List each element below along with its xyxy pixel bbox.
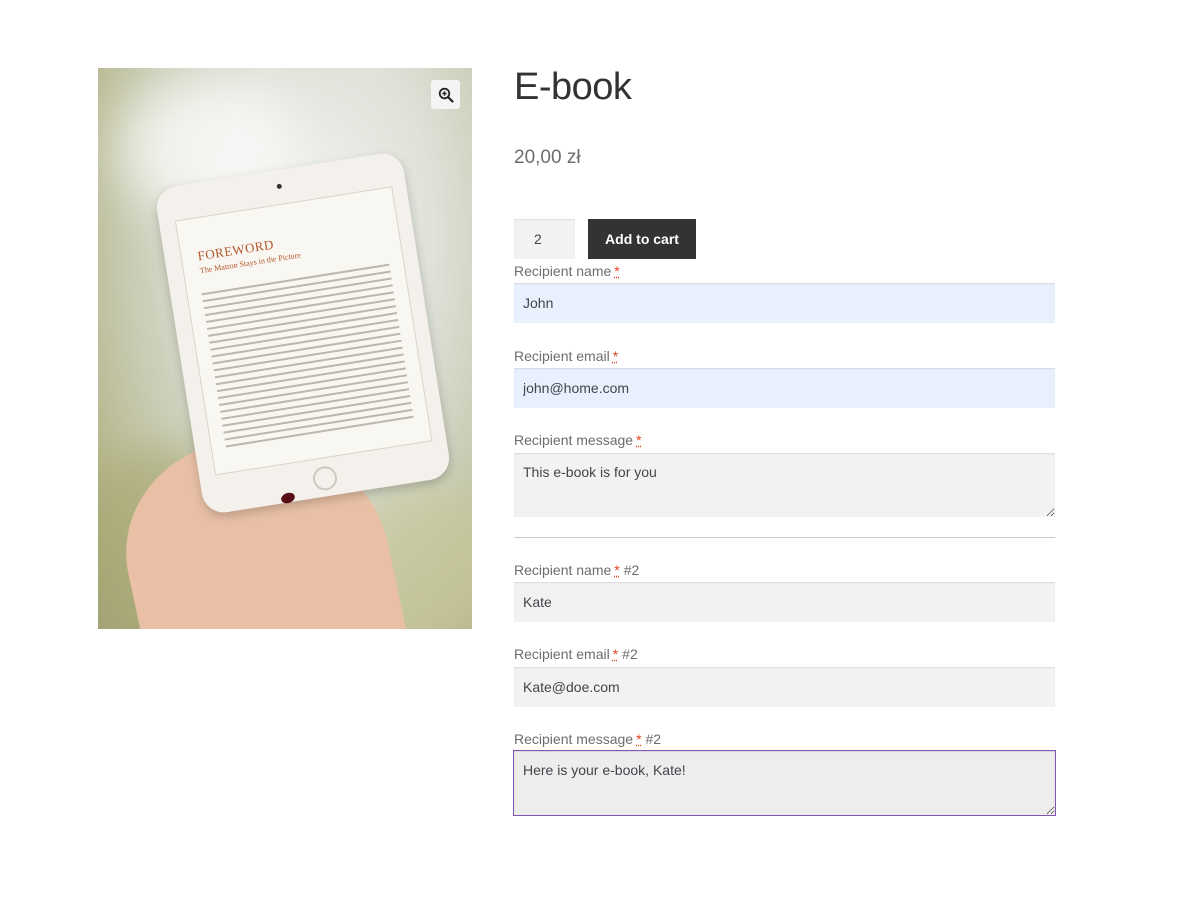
recipient-email-label: Recipient email * [514, 348, 619, 364]
magnifier-plus-icon [438, 87, 454, 103]
recipient-name-label: Recipient name * [514, 263, 620, 279]
product-price: 20,00 zł [514, 147, 581, 168]
recipient-email-input-2[interactable] [514, 667, 1055, 707]
recipient-email-label-2: Recipient email * #2 [514, 646, 638, 662]
recipient-name-label-2: Recipient name * #2 [514, 562, 640, 578]
required-marker: * [612, 646, 619, 662]
recipient-name-input-2[interactable] [514, 582, 1055, 622]
recipient-message-label-2: Recipient message * #2 [514, 731, 662, 747]
tablet-home-button [311, 464, 339, 493]
required-marker: * [636, 731, 642, 747]
required-marker: * [612, 348, 619, 364]
recipient-index: #2 [622, 646, 638, 662]
recipient-separator [514, 537, 1055, 538]
tablet-illustration: FOREWORD The Matron Stays in the Picture [153, 150, 453, 516]
product-page: FOREWORD The Matron Stays in the Picture… [0, 0, 1200, 900]
recipient-message-label: Recipient message * [514, 432, 642, 448]
recipient-message-textarea-2[interactable]: Here is your e-book, Kate! [513, 750, 1056, 816]
tablet-screen-text-lines [201, 259, 415, 453]
add-to-cart-button[interactable]: Add to cart [588, 219, 696, 259]
required-marker: * [636, 432, 642, 448]
recipient-name-input[interactable] [514, 283, 1055, 323]
required-marker: * [614, 263, 620, 279]
recipient-index: #2 [623, 562, 640, 578]
recipient-email-input[interactable] [514, 368, 1055, 408]
zoom-button[interactable] [431, 80, 460, 109]
recipient-index: #2 [645, 731, 662, 747]
quantity-input[interactable] [514, 219, 575, 259]
tablet-screen: FOREWORD The Matron Stays in the Picture [174, 186, 433, 476]
product-title: E-book [514, 66, 632, 108]
recipient-message-textarea[interactable]: This e-book is for you [514, 453, 1055, 517]
tablet-camera [276, 183, 283, 190]
required-marker: * [614, 562, 620, 578]
product-image[interactable]: FOREWORD The Matron Stays in the Picture [98, 68, 472, 629]
